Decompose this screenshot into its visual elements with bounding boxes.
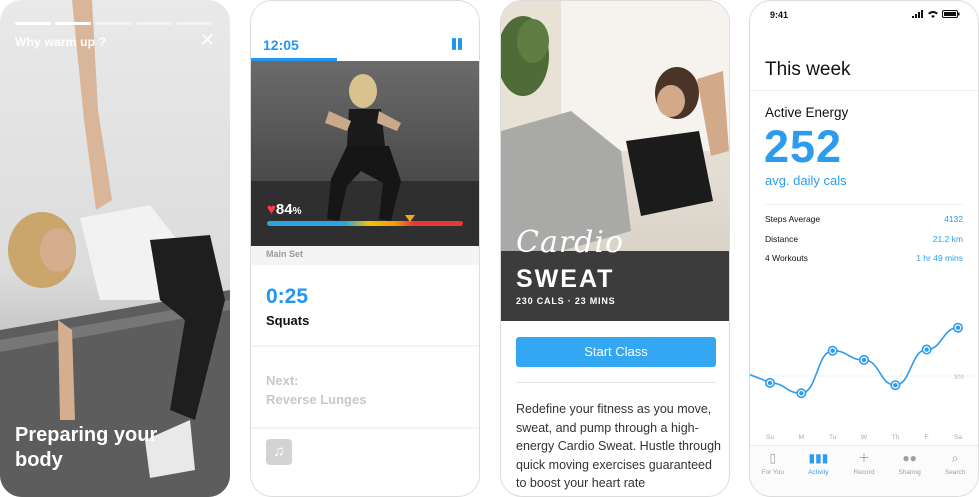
stat-value: 21.2 km bbox=[932, 234, 963, 244]
stat-row: 4 Workouts 1 hr 49 mins bbox=[765, 253, 963, 271]
heart-rate: ♥84% bbox=[267, 201, 302, 218]
class-meta: 230 CALS · 23 MINS bbox=[516, 296, 616, 306]
data-point-inner bbox=[955, 325, 961, 330]
start-class-button[interactable]: Start Class bbox=[516, 337, 716, 367]
x-tick-label: W bbox=[861, 434, 868, 441]
data-point-inner bbox=[767, 380, 773, 386]
stat-label: 4 Workouts bbox=[765, 253, 808, 263]
energy-line-chart: 300 Su M Tu W Th F Sa bbox=[750, 322, 978, 441]
progress-segment bbox=[135, 22, 172, 25]
data-point-inner bbox=[893, 383, 898, 388]
progress-segment bbox=[95, 22, 132, 25]
heart-icon: ♥ bbox=[267, 201, 276, 218]
progress-segment bbox=[175, 22, 213, 25]
stat-label: Steps Average bbox=[765, 214, 821, 224]
x-tick-label: Th bbox=[892, 434, 900, 441]
next-exercise: Next: Reverse Lunges bbox=[266, 373, 367, 407]
active-energy-title: Active Energy bbox=[765, 105, 849, 120]
status-time: 9:41 bbox=[770, 10, 789, 20]
section-label: Main Set bbox=[266, 249, 304, 259]
plus-icon: ＋ bbox=[857, 451, 870, 465]
weekly-activity-screen: 9:41 This week Active Energy 252 avg. da… bbox=[749, 0, 979, 497]
exercise-name: Squats bbox=[266, 313, 310, 328]
warmup-title: Why warm up ? bbox=[15, 35, 107, 49]
tab-bar: ▯ For You ▮▮▮ Activity ＋ Record ●● Sharing ⌕… bbox=[750, 445, 978, 496]
workout-player-screen: 12:05 ♥84% Main Set 0:25 Squats Next: Re… bbox=[250, 0, 480, 497]
data-point-inner bbox=[799, 391, 804, 396]
class-description: Redefine your fitness as you move, sweat… bbox=[516, 402, 721, 490]
divider bbox=[750, 90, 978, 91]
music-card: ♫ bbox=[251, 429, 479, 496]
exercise-video[interactable]: ♥84% bbox=[251, 61, 479, 246]
x-tick-label: Su bbox=[766, 434, 774, 441]
tab-activity[interactable]: ▮▮▮ Activity bbox=[796, 446, 842, 496]
class-script-title: Cardio bbox=[516, 225, 625, 260]
x-tick-label: Tu bbox=[829, 434, 837, 441]
class-hero-image: Cardio SWEAT 230 CALS · 23 MINS bbox=[501, 1, 729, 321]
x-tick-label: Sa bbox=[954, 434, 962, 441]
bar-chart-icon: ▮▮▮ bbox=[808, 451, 829, 465]
progress-segment bbox=[15, 22, 52, 25]
story-progress bbox=[15, 22, 213, 25]
active-energy-value: 252 bbox=[764, 121, 843, 172]
data-point-inner bbox=[924, 347, 929, 352]
next-exercise-card: Next: Reverse Lunges bbox=[251, 347, 479, 427]
stat-row: Steps Average 4132 bbox=[765, 214, 963, 232]
data-point-inner bbox=[830, 348, 835, 353]
tab-search[interactable]: ⌕ Search bbox=[932, 446, 978, 496]
stat-value: 1 hr 49 mins bbox=[916, 253, 963, 263]
active-energy-unit: avg. daily cals bbox=[765, 173, 847, 188]
reference-label: 300 bbox=[954, 375, 965, 381]
heart-rate-zone-bar bbox=[267, 221, 463, 226]
search-icon: ⌕ bbox=[951, 451, 959, 465]
class-detail-screen: Cardio SWEAT 230 CALS · 23 MINS Start Cl… bbox=[500, 0, 730, 497]
divider bbox=[765, 204, 963, 205]
progress-segment bbox=[55, 22, 92, 25]
divider bbox=[516, 382, 716, 383]
pause-icon[interactable] bbox=[451, 38, 463, 50]
tab-record[interactable]: ＋ Record bbox=[841, 446, 887, 496]
phone-icon: ▯ bbox=[769, 451, 777, 465]
tab-for-you[interactable]: ▯ For You bbox=[750, 446, 796, 496]
player-header: 12:05 bbox=[251, 1, 479, 61]
current-exercise-card: 0:25 Squats bbox=[251, 265, 479, 345]
warmup-caption: Preparing your body bbox=[15, 424, 158, 471]
squat-photo bbox=[251, 74, 479, 246]
signal-icon bbox=[912, 10, 923, 18]
x-tick-label: F bbox=[925, 434, 929, 441]
stat-label: Distance bbox=[765, 234, 799, 244]
status-icons bbox=[912, 10, 960, 18]
sharing-icon: ●● bbox=[902, 451, 917, 465]
class-title: SWEAT bbox=[516, 265, 615, 293]
x-tick-label: M bbox=[799, 434, 804, 441]
heart-rate-marker bbox=[405, 215, 415, 222]
stat-value: 4132 bbox=[944, 214, 963, 224]
page-title: This week bbox=[765, 59, 851, 80]
battery-icon bbox=[942, 10, 960, 18]
music-icon[interactable]: ♫ bbox=[266, 439, 292, 465]
warmup-screen: Why warm up ? ✕ Preparing your body bbox=[0, 0, 230, 497]
stat-row: Distance 21.2 km bbox=[765, 234, 963, 252]
wifi-icon bbox=[928, 11, 938, 18]
close-icon[interactable]: ✕ bbox=[200, 31, 215, 49]
tab-sharing[interactable]: ●● Sharing bbox=[887, 446, 933, 496]
workout-timer: 12:05 bbox=[263, 37, 299, 53]
data-point-inner bbox=[861, 357, 867, 363]
exercise-timer: 0:25 bbox=[266, 285, 309, 308]
